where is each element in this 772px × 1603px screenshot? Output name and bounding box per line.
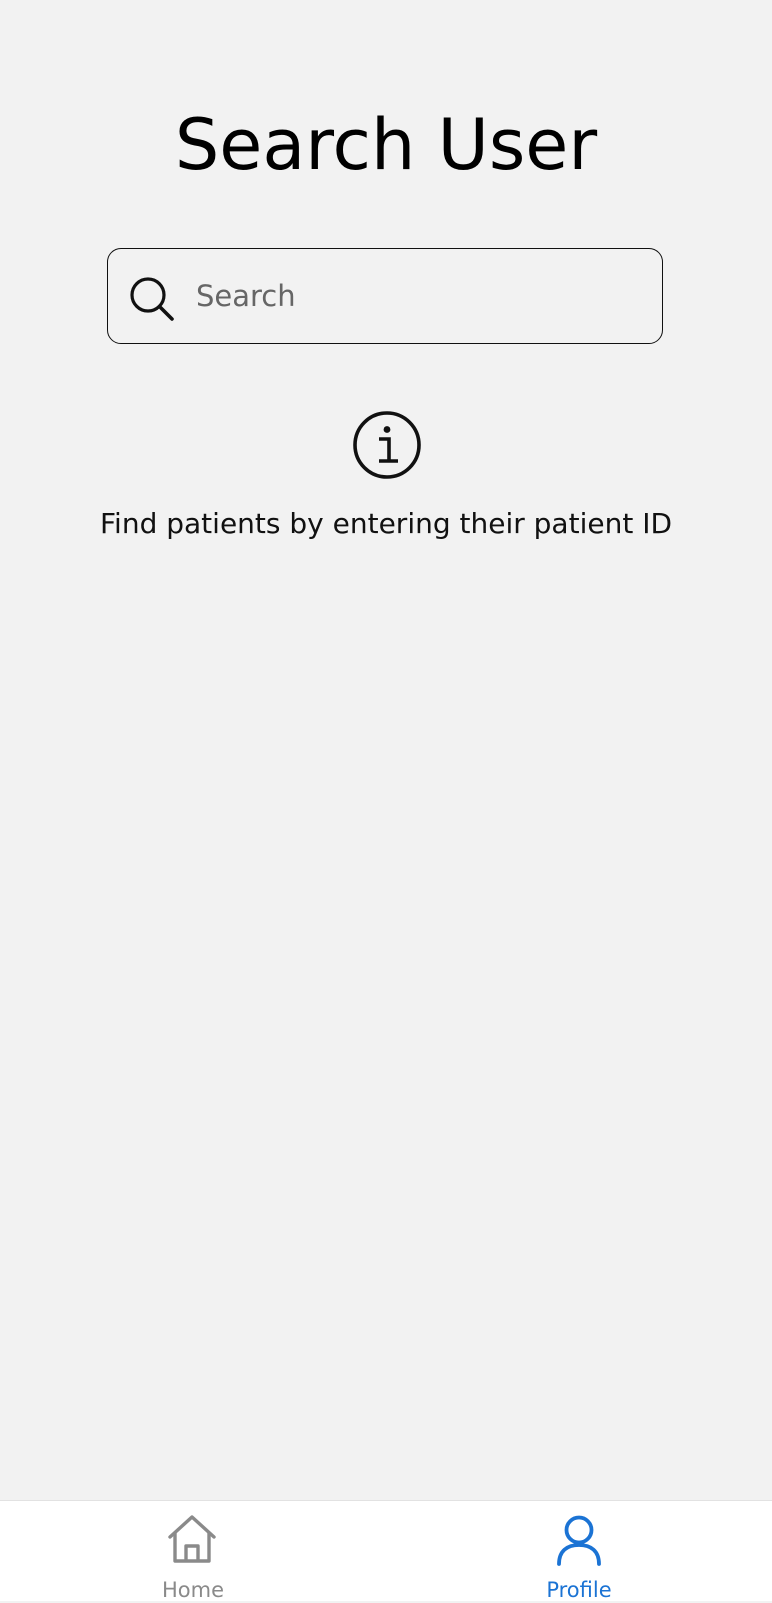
search-input[interactable] — [188, 267, 654, 325]
search-bar[interactable] — [107, 248, 663, 344]
search-user-screen: Search User Find patients by entering th… — [0, 0, 772, 1602]
tab-profile[interactable]: Profile — [386, 1501, 772, 1602]
home-icon — [166, 1513, 218, 1567]
page-title: Search User — [174, 104, 598, 186]
tab-profile-label: Profile — [546, 1578, 612, 1602]
search-icon — [128, 275, 176, 323]
bottom-tab-bar: Home Profile — [0, 1500, 772, 1602]
empty-state-message: Find patients by entering their patient … — [99, 507, 673, 540]
user-icon — [553, 1513, 605, 1567]
info-icon — [352, 410, 422, 480]
